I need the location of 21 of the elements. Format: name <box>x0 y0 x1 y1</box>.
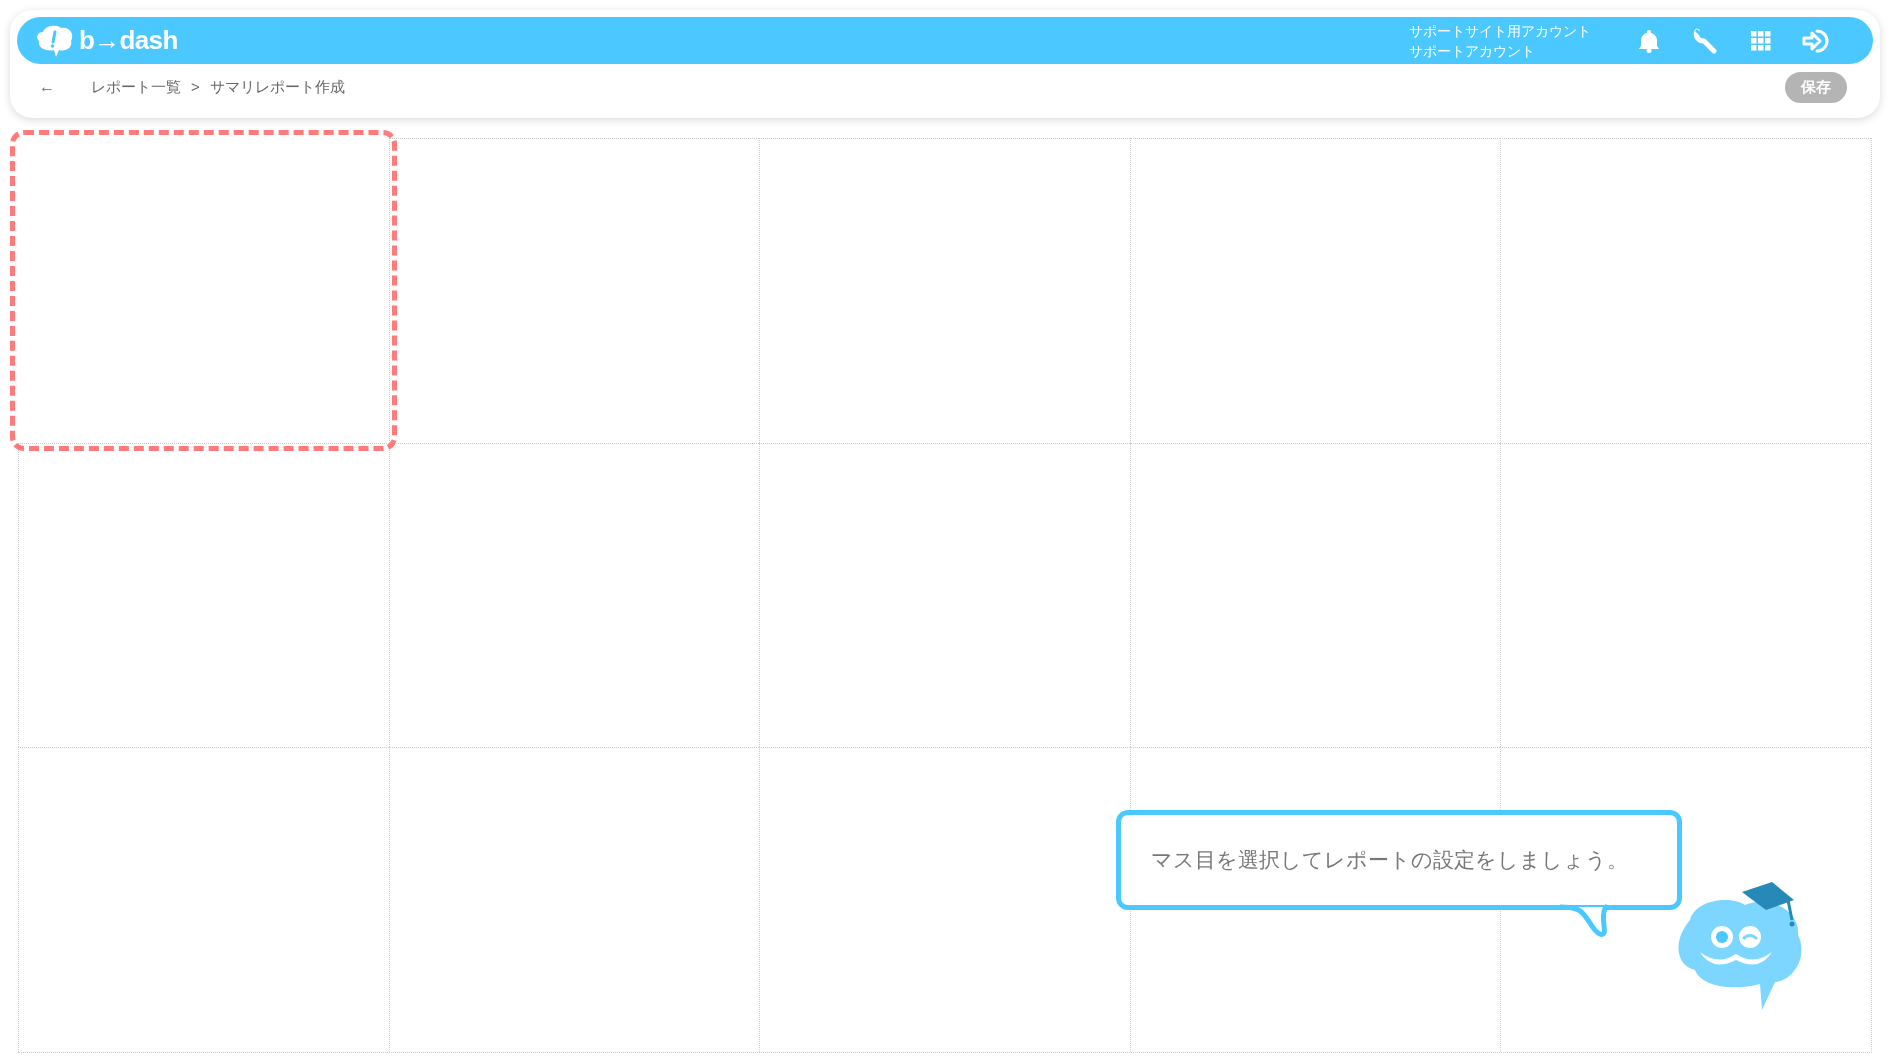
grid-cell[interactable] <box>1129 138 1501 443</box>
grid-cell[interactable] <box>388 442 760 748</box>
account-name: サポートサイト用アカウント <box>1409 21 1591 41</box>
grid-cell[interactable] <box>1129 442 1501 748</box>
grid-cell[interactable] <box>18 747 389 1052</box>
grid-cell[interactable] <box>759 442 1130 748</box>
logo-icon <box>35 23 75 58</box>
grid-cell[interactable] <box>759 138 1130 443</box>
grid-cell[interactable] <box>1500 442 1871 748</box>
breadcrumb-current: サマリレポート作成 <box>209 76 345 97</box>
account-name: サポートアカウント <box>1409 41 1536 61</box>
grid-cell[interactable] <box>388 138 760 443</box>
grid-cell[interactable] <box>1500 138 1871 443</box>
breadcrumb-separator: > <box>191 76 200 97</box>
breadcrumb-link[interactable]: レポート一覧 <box>91 75 181 99</box>
guide-message: マス目を選択してレポートの設定をしましょう。 <box>1151 847 1628 874</box>
logo-text: b→dash <box>79 24 178 57</box>
grid-cell[interactable] <box>10 130 397 451</box>
grid-cell[interactable] <box>388 747 760 1052</box>
grid-cell[interactable] <box>18 442 389 748</box>
back-button[interactable]: ← <box>39 75 79 99</box>
